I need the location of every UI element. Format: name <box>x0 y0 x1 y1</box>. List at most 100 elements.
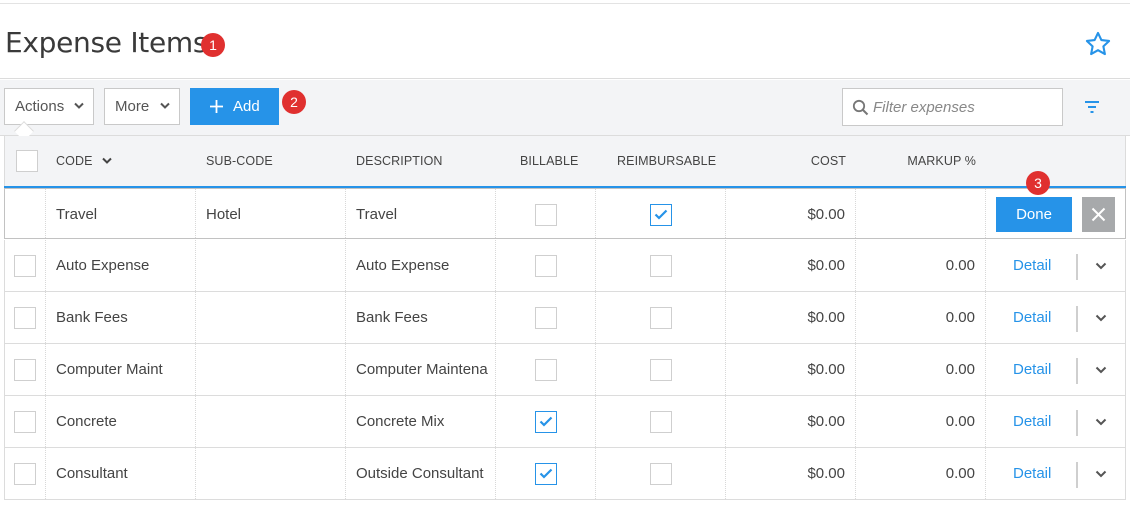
chevron-down-icon[interactable] <box>1095 262 1107 270</box>
column-divider <box>495 240 496 291</box>
column-divider <box>985 292 986 343</box>
column-divider <box>985 189 986 238</box>
table-row[interactable]: Computer Maint Computer Maintena $0.00 0… <box>4 344 1126 396</box>
detail-link[interactable]: Detail <box>1013 292 1051 344</box>
reimbursable-checkbox[interactable] <box>650 463 672 485</box>
row-select-checkbox[interactable] <box>14 411 36 433</box>
action-separator <box>1076 358 1078 384</box>
sort-chevron-icon <box>102 157 112 164</box>
code-cell: Consultant <box>56 465 128 482</box>
chevron-down-icon[interactable] <box>1095 366 1107 374</box>
subcode-cell <box>206 344 341 395</box>
checkmark-icon <box>539 416 553 427</box>
subcode-cell <box>206 396 341 447</box>
add-button[interactable]: Add <box>190 88 279 125</box>
column-divider <box>195 448 196 499</box>
detail-link[interactable]: Detail <box>1013 396 1051 448</box>
column-cost: COST <box>810 154 846 168</box>
cost-cell: $0.00 <box>807 361 845 378</box>
billable-checkbox[interactable] <box>535 463 557 485</box>
filter-input[interactable] <box>873 89 1058 125</box>
chevron-down-icon[interactable] <box>1095 418 1107 426</box>
table-row[interactable]: Bank Fees Bank Fees $0.00 0.00 Detail <box>4 292 1126 344</box>
column-divider <box>725 396 726 447</box>
billable-checkbox[interactable] <box>535 359 557 381</box>
markup-cell: 0.00 <box>945 413 975 430</box>
cost-field[interactable]: $0.00 <box>735 189 845 238</box>
reimbursable-checkbox[interactable] <box>650 359 672 381</box>
edit-row: Travel Hotel Travel $0.00 Done 3 <box>4 171 1126 239</box>
table-row[interactable]: Consultant Outside Consultant $0.00 0.00… <box>4 448 1126 500</box>
column-billable: BILLABLE <box>520 154 579 168</box>
column-divider <box>985 344 986 395</box>
markup-field[interactable] <box>865 189 975 238</box>
reimbursable-checkbox[interactable] <box>650 307 672 329</box>
column-divider <box>345 396 346 447</box>
more-dropdown[interactable]: More <box>104 88 180 125</box>
actions-dropdown[interactable]: Actions <box>4 88 94 125</box>
column-divider <box>985 448 986 499</box>
column-divider <box>195 189 196 238</box>
column-divider <box>345 448 346 499</box>
done-button[interactable]: Done <box>996 197 1072 232</box>
column-divider <box>195 344 196 395</box>
billable-checkbox[interactable] <box>535 204 557 226</box>
reimbursable-checkbox[interactable] <box>650 255 672 277</box>
toolbar: Actions More Add 2 <box>0 80 1130 141</box>
cost-cell: $0.00 <box>807 309 845 326</box>
subcode-field[interactable]: Hotel <box>206 189 341 238</box>
billable-checkbox[interactable] <box>535 307 557 329</box>
annotation-badge-2: 2 <box>282 90 306 114</box>
row-select-checkbox[interactable] <box>14 359 36 381</box>
reimbursable-checkbox[interactable] <box>650 204 672 226</box>
description-field[interactable]: Travel <box>356 189 491 238</box>
column-divider <box>45 189 46 238</box>
action-separator <box>1076 462 1078 488</box>
detail-link[interactable]: Detail <box>1013 344 1051 396</box>
cost-cell: $0.00 <box>807 257 845 274</box>
column-divider <box>985 396 986 447</box>
column-divider <box>345 344 346 395</box>
code-cell: Concrete <box>56 413 117 430</box>
column-code[interactable]: CODE <box>56 154 112 168</box>
checkmark-icon <box>654 209 668 220</box>
column-divider <box>495 189 496 238</box>
column-divider <box>595 448 596 499</box>
column-divider <box>725 448 726 499</box>
chevron-down-icon[interactable] <box>1095 314 1107 322</box>
table-row[interactable]: Auto Expense Auto Expense $0.00 0.00 Det… <box>4 240 1126 292</box>
star-icon[interactable] <box>1084 30 1112 58</box>
row-select-checkbox[interactable] <box>14 463 36 485</box>
billable-checkbox[interactable] <box>535 411 557 433</box>
reimbursable-checkbox[interactable] <box>650 411 672 433</box>
column-divider <box>195 292 196 343</box>
column-divider <box>725 240 726 291</box>
detail-link[interactable]: Detail <box>1013 240 1051 292</box>
column-divider <box>725 189 726 238</box>
filter-icon[interactable] <box>1084 100 1100 114</box>
billable-checkbox[interactable] <box>535 255 557 277</box>
column-divider <box>495 344 496 395</box>
column-divider <box>595 396 596 447</box>
markup-cell: 0.00 <box>945 257 975 274</box>
column-divider <box>195 396 196 447</box>
column-divider <box>855 292 856 343</box>
column-divider <box>495 448 496 499</box>
chevron-down-icon[interactable] <box>1095 470 1107 478</box>
column-divider <box>855 396 856 447</box>
page-title: Expense Items <box>5 26 208 59</box>
add-label: Add <box>233 98 260 115</box>
column-divider <box>855 448 856 499</box>
cost-cell: $0.00 <box>807 413 845 430</box>
column-subcode: SUB-CODE <box>206 154 273 168</box>
code-field[interactable]: Travel <box>56 189 191 238</box>
row-select-checkbox[interactable] <box>14 255 36 277</box>
column-divider <box>195 240 196 291</box>
select-all-checkbox[interactable] <box>16 150 38 172</box>
filter-box <box>842 88 1063 126</box>
cancel-button[interactable] <box>1082 197 1115 232</box>
row-select-checkbox[interactable] <box>14 307 36 329</box>
table-row[interactable]: Concrete Concrete Mix $0.00 0.00 Detail <box>4 396 1126 448</box>
detail-link[interactable]: Detail <box>1013 448 1051 500</box>
column-divider <box>855 344 856 395</box>
